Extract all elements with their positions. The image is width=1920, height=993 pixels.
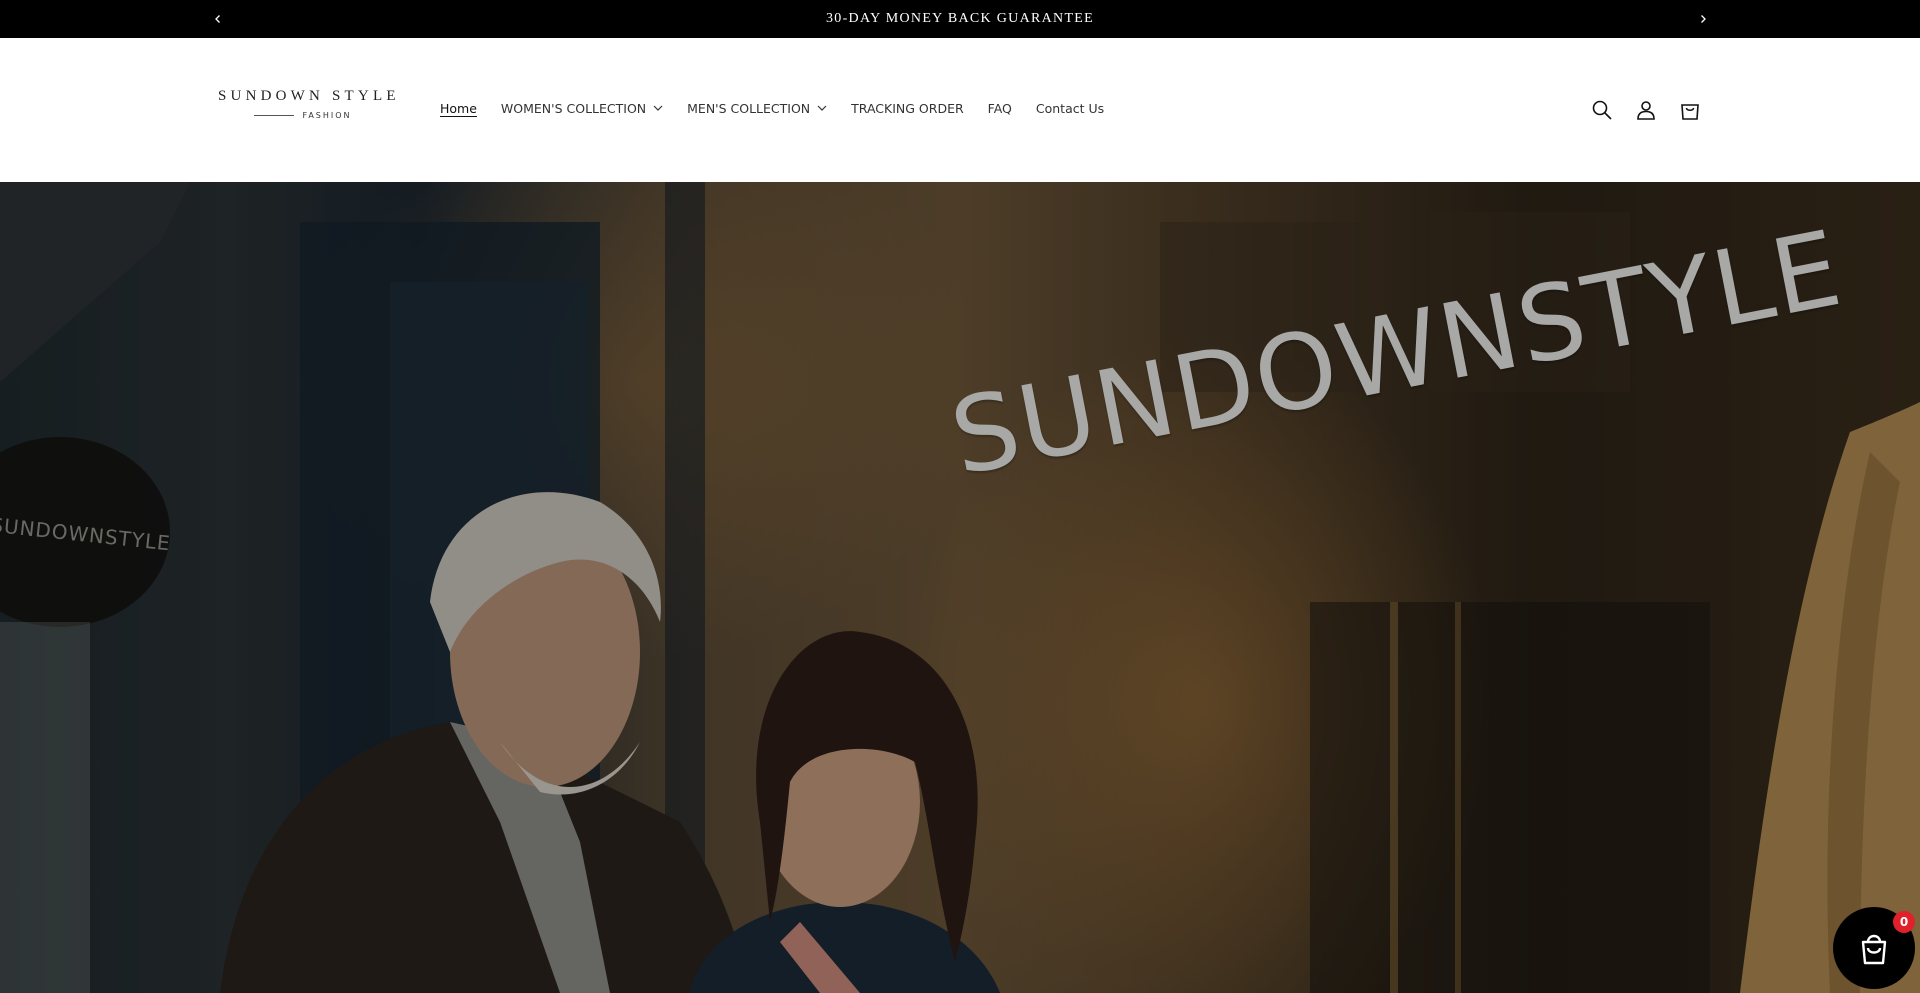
chevron-down-icon: [653, 105, 663, 111]
announcement-bar: 30-DAY MONEY BACK GUARANTEE: [0, 0, 1920, 38]
nav-item-label: MEN'S COLLECTION: [687, 100, 811, 116]
header-icons: [1588, 96, 1720, 124]
nav-item-label: FAQ: [987, 100, 1012, 116]
announcement-prev-button[interactable]: [207, 8, 229, 30]
nav-item-label: WOMEN'S COLLECTION: [500, 100, 647, 116]
logo-divider: [254, 115, 295, 116]
announcement-next-button[interactable]: [1692, 8, 1714, 30]
site-header: SUNDOWN STYLE FASHION Home WOMEN'S COLLE…: [0, 38, 1920, 182]
nav-item-home[interactable]: Home: [428, 98, 489, 118]
search-icon: [1592, 100, 1612, 120]
nav-item-label: Home: [440, 100, 477, 116]
nav-item-label: Contact Us: [1035, 100, 1105, 116]
nav-item-contact-us[interactable]: Contact Us: [1024, 98, 1116, 118]
shopping-bag-icon: [1861, 934, 1887, 965]
nav-item-faq[interactable]: FAQ: [976, 98, 1024, 118]
logo-name: SUNDOWN STYLE: [218, 88, 400, 104]
nav-item-womens-collection[interactable]: WOMEN'S COLLECTION: [489, 98, 675, 118]
account-button[interactable]: [1632, 96, 1660, 124]
search-button[interactable]: [1588, 96, 1616, 124]
chevron-down-icon: [817, 105, 827, 111]
nav-item-mens-collection[interactable]: MEN'S COLLECTION: [675, 98, 839, 118]
chevron-left-icon: [215, 15, 220, 23]
hero-banner: SUNDOWNSTYLE SUNDOWNSTYLE: [0, 182, 1920, 993]
cart-icon: [1681, 104, 1699, 120]
account-icon: [1637, 101, 1655, 120]
main-nav: Home WOMEN'S COLLECTION MEN'S COLLECTION…: [428, 98, 1116, 118]
announcement-text: 30-DAY MONEY BACK GUARANTEE: [825, 11, 1095, 26]
logo-tagline: FASHION: [302, 111, 352, 120]
cart-button[interactable]: [1676, 96, 1704, 124]
cart-count-badge: 0: [1893, 911, 1915, 933]
nav-item-label: TRACKING ORDER: [851, 100, 964, 116]
site-logo[interactable]: SUNDOWN STYLE FASHION: [218, 88, 400, 128]
chevron-right-icon: [1701, 15, 1706, 23]
nav-item-tracking-order[interactable]: TRACKING ORDER: [839, 98, 976, 118]
